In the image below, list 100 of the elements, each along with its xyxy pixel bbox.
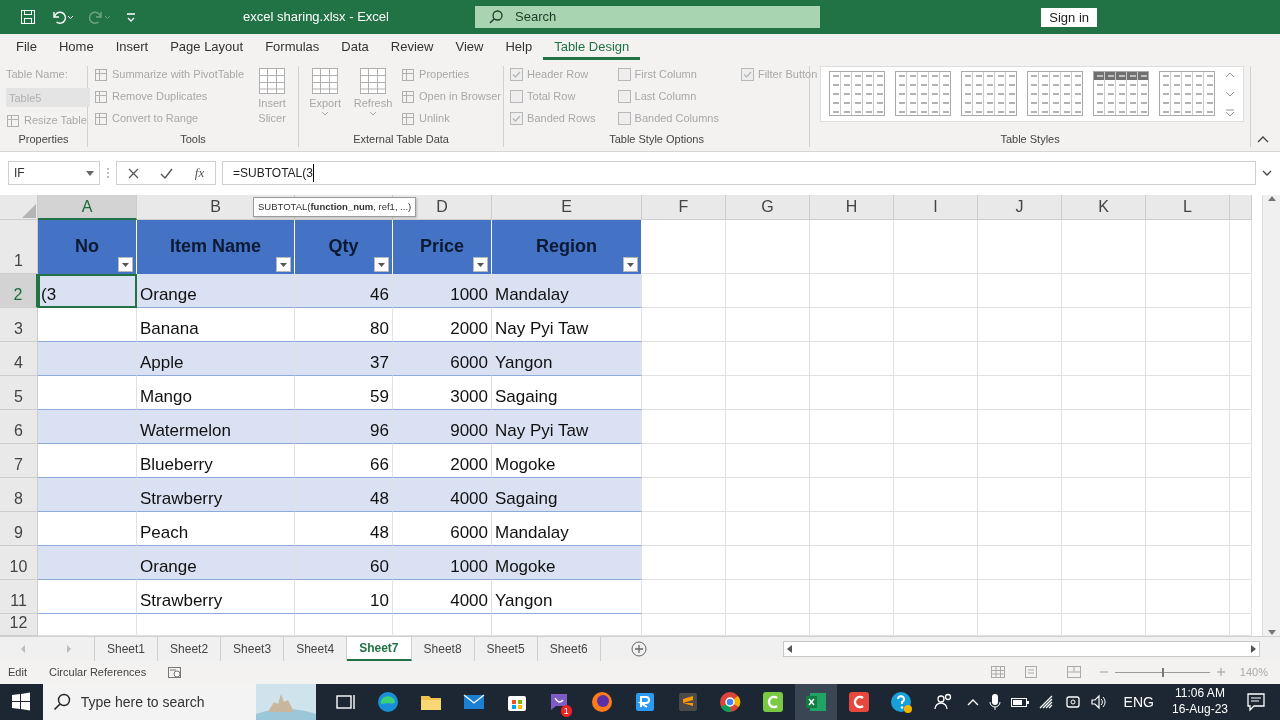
collapse-ribbon-icon[interactable] (1257, 135, 1270, 143)
row-header[interactable]: 6 (0, 410, 38, 444)
row-header[interactable]: 10 (0, 546, 38, 580)
expand-formula-icon[interactable] (1262, 170, 1272, 176)
menu-tab[interactable]: Insert (104, 36, 160, 60)
menu-tab[interactable]: Formulas (254, 36, 331, 60)
grip-icon (106, 167, 110, 179)
name-box[interactable]: IF (8, 161, 100, 185)
language-indicator[interactable]: ENG (1123, 691, 1154, 713)
menu-tab[interactable]: File (5, 36, 48, 60)
vertical-scrollbar[interactable] (1262, 195, 1280, 636)
chrome-icon[interactable] (718, 690, 743, 714)
fox-browser-icon[interactable] (590, 690, 615, 714)
column-header[interactable]: J (978, 195, 1062, 220)
table-style-thumbnail[interactable] (1159, 71, 1216, 116)
command-label: Open in Browser (419, 89, 501, 105)
volume-icon[interactable] (1089, 694, 1108, 710)
menu-tab[interactable]: Home (47, 36, 105, 60)
menu-tab[interactable]: View (444, 36, 495, 60)
filter-dropdown-button[interactable] (473, 257, 488, 272)
more-styles-icon[interactable] (1225, 109, 1236, 117)
menu-tab[interactable]: Page Layout (159, 36, 255, 60)
macro-recorder-icon[interactable] (168, 665, 183, 679)
table-cell: 4000 (393, 580, 492, 614)
column-header[interactable]: E (492, 195, 642, 220)
row-header[interactable]: 7 (0, 444, 38, 478)
column-header[interactable]: F (642, 195, 726, 220)
scroll-down-icon[interactable] (1225, 90, 1236, 98)
caret-icon (122, 262, 129, 267)
column-header[interactable]: G (726, 195, 810, 220)
save-icon[interactable] (20, 9, 36, 25)
scroll-up-icon[interactable] (1267, 195, 1276, 201)
horizontal-scrollbar[interactable] (783, 640, 1260, 657)
formula-field[interactable]: =SUBTOTAL(3 (222, 161, 1256, 185)
screen-recorder-icon[interactable] (761, 690, 786, 714)
row-header[interactable]: 2 (0, 274, 38, 308)
sheet-tab[interactable]: Sheet7 (347, 636, 412, 661)
row-header[interactable]: 1 (0, 220, 38, 274)
row-header[interactable]: 8 (0, 478, 38, 512)
table-style-thumbnail[interactable] (895, 71, 952, 116)
notifications-icon[interactable] (1246, 692, 1266, 712)
table-style-thumbnail[interactable] (829, 71, 886, 116)
help-icon[interactable] (889, 690, 914, 714)
row-header[interactable]: 4 (0, 342, 38, 376)
table-icon (94, 67, 108, 82)
zoom-slider-thumb[interactable] (1162, 667, 1165, 677)
menu-tab[interactable]: Data (330, 36, 380, 60)
customize-toolbar-icon[interactable] (126, 11, 136, 23)
screen-recorder-icon[interactable] (846, 690, 871, 714)
empty-cell (1230, 410, 1252, 444)
table-style-thumbnail[interactable] (1027, 71, 1084, 116)
filter-dropdown-button[interactable] (118, 257, 133, 272)
spreadsheet-app-icon[interactable] (803, 690, 828, 714)
battery-icon[interactable] (1009, 695, 1030, 709)
microphone-icon[interactable] (987, 693, 1002, 711)
column-header[interactable]: H (810, 195, 894, 220)
clock-time[interactable]: 11:06 AM (1175, 686, 1225, 702)
filter-dropdown-button[interactable] (276, 257, 291, 272)
window-title: excel sharing.xlsx - Excel (242, 8, 390, 27)
table-icon (310, 66, 341, 96)
new-sheet-icon[interactable] (630, 640, 647, 657)
menu-tab[interactable]: Review (379, 36, 445, 60)
check-icon[interactable] (160, 167, 174, 179)
taskbar-search-field[interactable]: Type here to search (42, 684, 317, 720)
sign-in-button[interactable]: Sign in (1041, 7, 1097, 27)
insert-function-button[interactable]: fx (194, 163, 205, 183)
command-label: Resize Table (24, 113, 87, 129)
group-label: Table Style Options (608, 131, 705, 147)
row-header[interactable]: 3 (0, 308, 38, 342)
caret-icon (378, 262, 385, 267)
table-cell: 37 (295, 342, 393, 376)
table-cell: 10 (295, 580, 393, 614)
table-cell: 60 (295, 546, 393, 580)
search-field[interactable]: Search (475, 6, 820, 28)
column-header[interactable]: K (1062, 195, 1146, 220)
column-header[interactable]: I (894, 195, 978, 220)
circular-references-status[interactable]: Circular References (48, 663, 147, 681)
row-header[interactable]: 9 (0, 512, 38, 546)
table-cell: Watermelon (137, 410, 295, 444)
group-label: Tools (179, 131, 207, 147)
table-cell: (3 (38, 274, 137, 308)
cancel-icon[interactable] (127, 167, 139, 179)
column-header[interactable]: A (38, 195, 137, 220)
column-header[interactable]: L (1146, 195, 1230, 220)
row-header[interactable]: 11 (0, 580, 38, 614)
table-icon (6, 113, 20, 128)
camera-icon[interactable] (1063, 693, 1082, 711)
row-header[interactable]: 12 (0, 614, 38, 636)
filter-dropdown-button[interactable] (374, 257, 389, 272)
undo-icon[interactable] (50, 9, 74, 25)
browser-icon[interactable] (376, 690, 401, 714)
scroll-up-icon[interactable] (1225, 71, 1236, 79)
command-label: Insert Slicer (257, 96, 287, 126)
table-style-thumbnail[interactable] (961, 71, 1018, 116)
filter-dropdown-button[interactable] (623, 257, 638, 272)
clock-date[interactable]: 16-Aug-23 (1171, 702, 1228, 718)
table-style-thumbnail[interactable] (1093, 71, 1150, 116)
menu-tab[interactable]: Help (494, 36, 544, 60)
row-header[interactable]: 5 (0, 376, 38, 410)
table-cell: Orange (137, 546, 295, 580)
